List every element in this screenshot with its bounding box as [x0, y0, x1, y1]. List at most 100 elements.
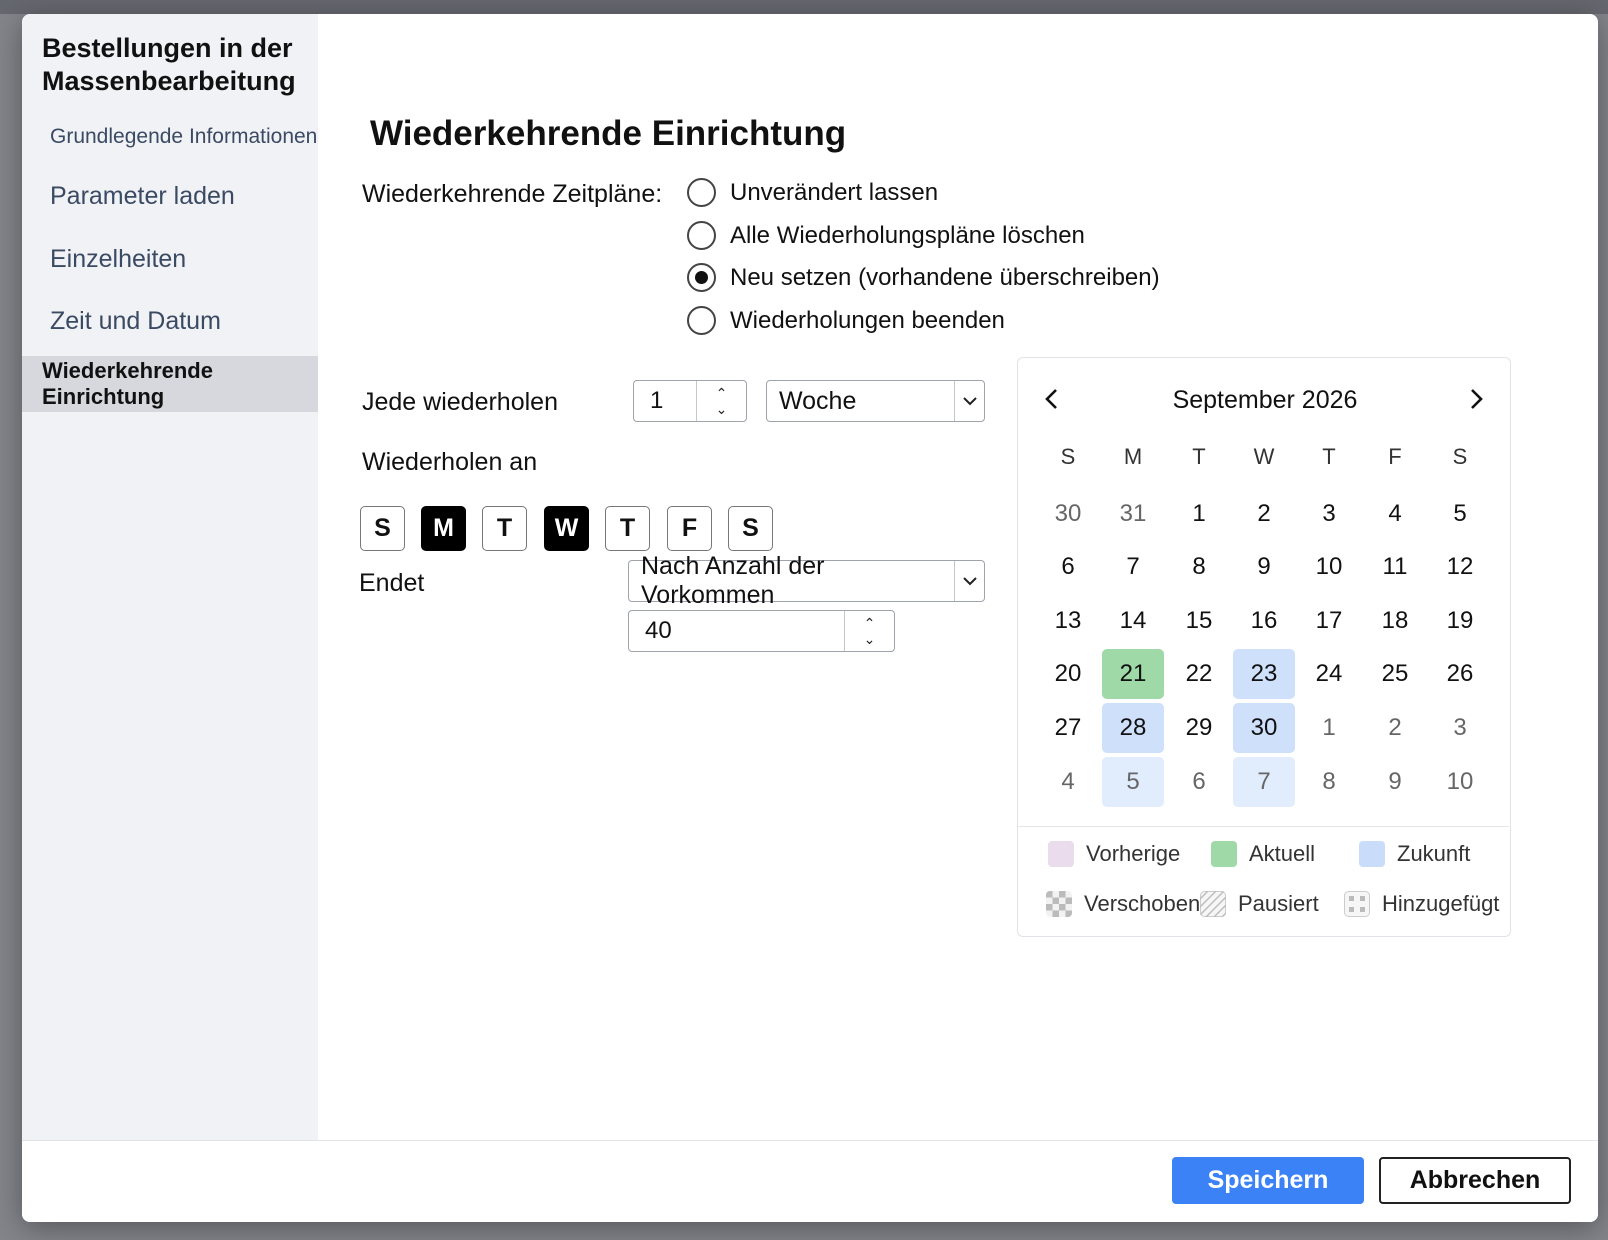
dialog-title: Bestellungen in der Massenbearbeitung [42, 33, 296, 96]
radio-reset-overwrite[interactable]: Neu setzen (vorhandene überschreiben) [687, 263, 1160, 292]
occurrences-stepper[interactable]: 40 ⌃ ⌄ [628, 610, 895, 652]
hatch-pattern-icon [1200, 891, 1226, 917]
day-toggle-friday[interactable]: F [667, 506, 712, 551]
calendar-weekday-header: W [1253, 444, 1275, 469]
calendar-day[interactable]: 15 [1168, 596, 1230, 646]
legend-label: Aktuell [1249, 841, 1316, 866]
calendar-day[interactable]: 7 [1233, 757, 1295, 807]
calendar-day[interactable]: 31 [1102, 489, 1164, 539]
calendar-day[interactable]: 30 [1037, 489, 1099, 539]
nav-item-recurring-setup[interactable]: Wiederkehrende Einrichtung [22, 356, 318, 412]
calendar-day[interactable]: 16 [1233, 596, 1295, 646]
nav-item-label: Zeit und Datum [50, 306, 221, 335]
radio-circle[interactable] [687, 306, 716, 335]
calendar-weekday-header: T [1322, 444, 1336, 469]
dialog-footer: Speichern Abbrechen [22, 1140, 1598, 1222]
calendar-day[interactable]: 6 [1037, 542, 1099, 592]
calendar-day[interactable]: 7 [1102, 542, 1164, 592]
radio-circle[interactable] [687, 178, 716, 207]
legend-label: Pausiert [1238, 891, 1319, 916]
chevron-down-icon[interactable] [954, 381, 984, 421]
day-toggle-sunday[interactable]: S [360, 506, 405, 551]
calendar-day[interactable]: 24 [1298, 649, 1360, 699]
cancel-button[interactable]: Abbrechen [1379, 1157, 1571, 1204]
calendar-day[interactable]: 3 [1298, 489, 1360, 539]
chevron-down-icon[interactable]: ⌄ [864, 631, 876, 647]
calendar-day[interactable]: 3 [1429, 703, 1491, 753]
calendar-day[interactable]: 25 [1364, 649, 1426, 699]
day-toggle-wednesday[interactable]: W [544, 506, 589, 551]
legend-future: Zukunft [1359, 841, 1470, 867]
calendar-day[interactable]: 27 [1037, 703, 1099, 753]
legend-label: Vorherige [1086, 841, 1181, 866]
nav-item-load-parameters[interactable]: Parameter laden [22, 174, 318, 218]
day-toggle-thursday[interactable]: T [605, 506, 650, 551]
calendar-day[interactable]: 18 [1364, 596, 1426, 646]
repeat-interval-stepper[interactable]: 1 ⌃ ⌄ [633, 380, 747, 422]
chevron-up-icon[interactable]: ⌃ [864, 615, 876, 631]
day-toggle-saturday[interactable]: S [728, 506, 773, 551]
calendar-day[interactable]: 2 [1364, 703, 1426, 753]
legend-label: Hinzugefügt [1382, 891, 1500, 916]
repeat-unit-select[interactable]: Woche [766, 380, 985, 422]
repeat-on-label: Wiederholen an [362, 448, 538, 476]
calendar-day[interactable]: 4 [1364, 489, 1426, 539]
calendar-day[interactable]: 28 [1102, 703, 1164, 753]
calendar-day[interactable]: 8 [1298, 757, 1360, 807]
calendar-day[interactable]: 6 [1168, 757, 1230, 807]
calendar-day[interactable]: 4 [1037, 757, 1099, 807]
calendar-day[interactable]: 21 [1102, 649, 1164, 699]
calendar-day[interactable]: 19 [1429, 596, 1491, 646]
stepper-value: 40 [645, 617, 672, 644]
calendar-day[interactable]: 5 [1429, 489, 1491, 539]
day-toggle-tuesday[interactable]: T [482, 506, 527, 551]
calendar-day[interactable]: 5 [1102, 757, 1164, 807]
radio-leave-unchanged[interactable]: Unverändert lassen [687, 178, 938, 207]
repeat-every-label: Jede wiederholen [362, 388, 558, 416]
stepper-value: 1 [650, 387, 664, 414]
calendar-day[interactable]: 14 [1102, 596, 1164, 646]
calendar-day[interactable]: 22 [1168, 649, 1230, 699]
chevron-up-icon[interactable]: ⌃ [716, 385, 728, 401]
nav-item-details[interactable]: Einzelheiten [22, 237, 318, 281]
radio-circle-selected[interactable] [687, 263, 716, 292]
chevron-down-icon[interactable] [954, 561, 984, 601]
ends-mode-select[interactable]: Nach Anzahl der Vorkommen [628, 552, 985, 609]
calendar-day[interactable]: 10 [1298, 542, 1360, 592]
radio-end-repeats[interactable]: Wiederholungen beenden [687, 306, 1005, 335]
calendar-day[interactable]: 9 [1364, 757, 1426, 807]
radio-delete-all[interactable]: Alle Wiederholungspläne löschen [687, 221, 1085, 250]
calendar-day[interactable]: 26 [1429, 649, 1491, 699]
nav-item-time-date[interactable]: Zeit und Datum [22, 299, 318, 343]
dots-pattern-icon [1344, 891, 1370, 917]
calendar-day[interactable]: 23 [1233, 649, 1295, 699]
calendar-day[interactable]: 20 [1037, 649, 1099, 699]
chevron-right-icon[interactable] [1462, 384, 1492, 414]
calendar-day[interactable]: 29 [1168, 703, 1230, 753]
legend-postponed: Verschoben [1046, 891, 1200, 917]
radio-label: Neu setzen (vorhandene überschreiben) [730, 263, 1160, 291]
schedules-label: Wiederkehrende Zeitpläne: [362, 180, 663, 208]
calendar-day[interactable]: 1 [1298, 703, 1360, 753]
radio-circle[interactable] [687, 221, 716, 250]
chevron-down-icon[interactable]: ⌄ [716, 401, 728, 417]
calendar-day[interactable]: 13 [1037, 596, 1099, 646]
calendar-weekday-header: M [1123, 444, 1143, 469]
calendar-day[interactable]: 8 [1168, 542, 1230, 592]
calendar-day[interactable]: 11 [1364, 542, 1426, 592]
calendar-day[interactable]: 12 [1429, 542, 1491, 592]
save-button[interactable]: Speichern [1172, 1157, 1364, 1204]
calendar-day[interactable]: 9 [1233, 542, 1295, 592]
calendar-day[interactable]: 10 [1429, 757, 1491, 807]
stepper-arrows[interactable]: ⌃ ⌄ [844, 611, 894, 651]
radio-label: Unverändert lassen [730, 178, 939, 206]
calendar-day[interactable]: 17 [1298, 596, 1360, 646]
calendar-day[interactable]: 30 [1233, 703, 1295, 753]
day-toggle-monday[interactable]: M [421, 506, 466, 551]
nav-item-basic-info[interactable]: Grundlegende Informationen [22, 118, 318, 156]
calendar-day[interactable]: 1 [1168, 489, 1230, 539]
stepper-arrows[interactable]: ⌃ ⌄ [696, 381, 746, 421]
legend-swatch [1048, 841, 1074, 867]
calendar-day[interactable]: 2 [1233, 489, 1295, 539]
calendar-divider [1018, 826, 1509, 827]
